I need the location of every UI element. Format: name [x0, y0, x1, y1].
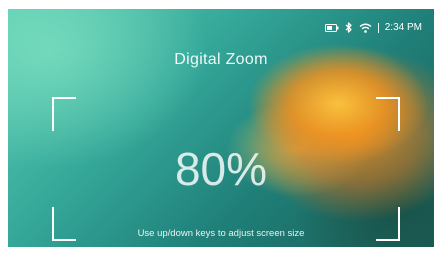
bluetooth-icon [345, 22, 353, 33]
zoom-hint: Use up/down keys to adjust screen size [137, 228, 305, 239]
frame-corner-top-left [52, 97, 76, 131]
status-bar: 2:34 PM [324, 22, 422, 33]
battery-icon [324, 23, 339, 32]
frame-corner-top-right [376, 97, 400, 131]
digital-zoom-screen: 2:34 PM Digital Zoom 80% Use up/down key… [8, 9, 434, 247]
clock-time: 2:34 PM [384, 22, 422, 33]
status-separator [377, 22, 379, 33]
screen-title: Digital Zoom [174, 51, 268, 68]
wifi-icon [359, 23, 372, 33]
zoom-percentage: 80% [174, 143, 268, 195]
